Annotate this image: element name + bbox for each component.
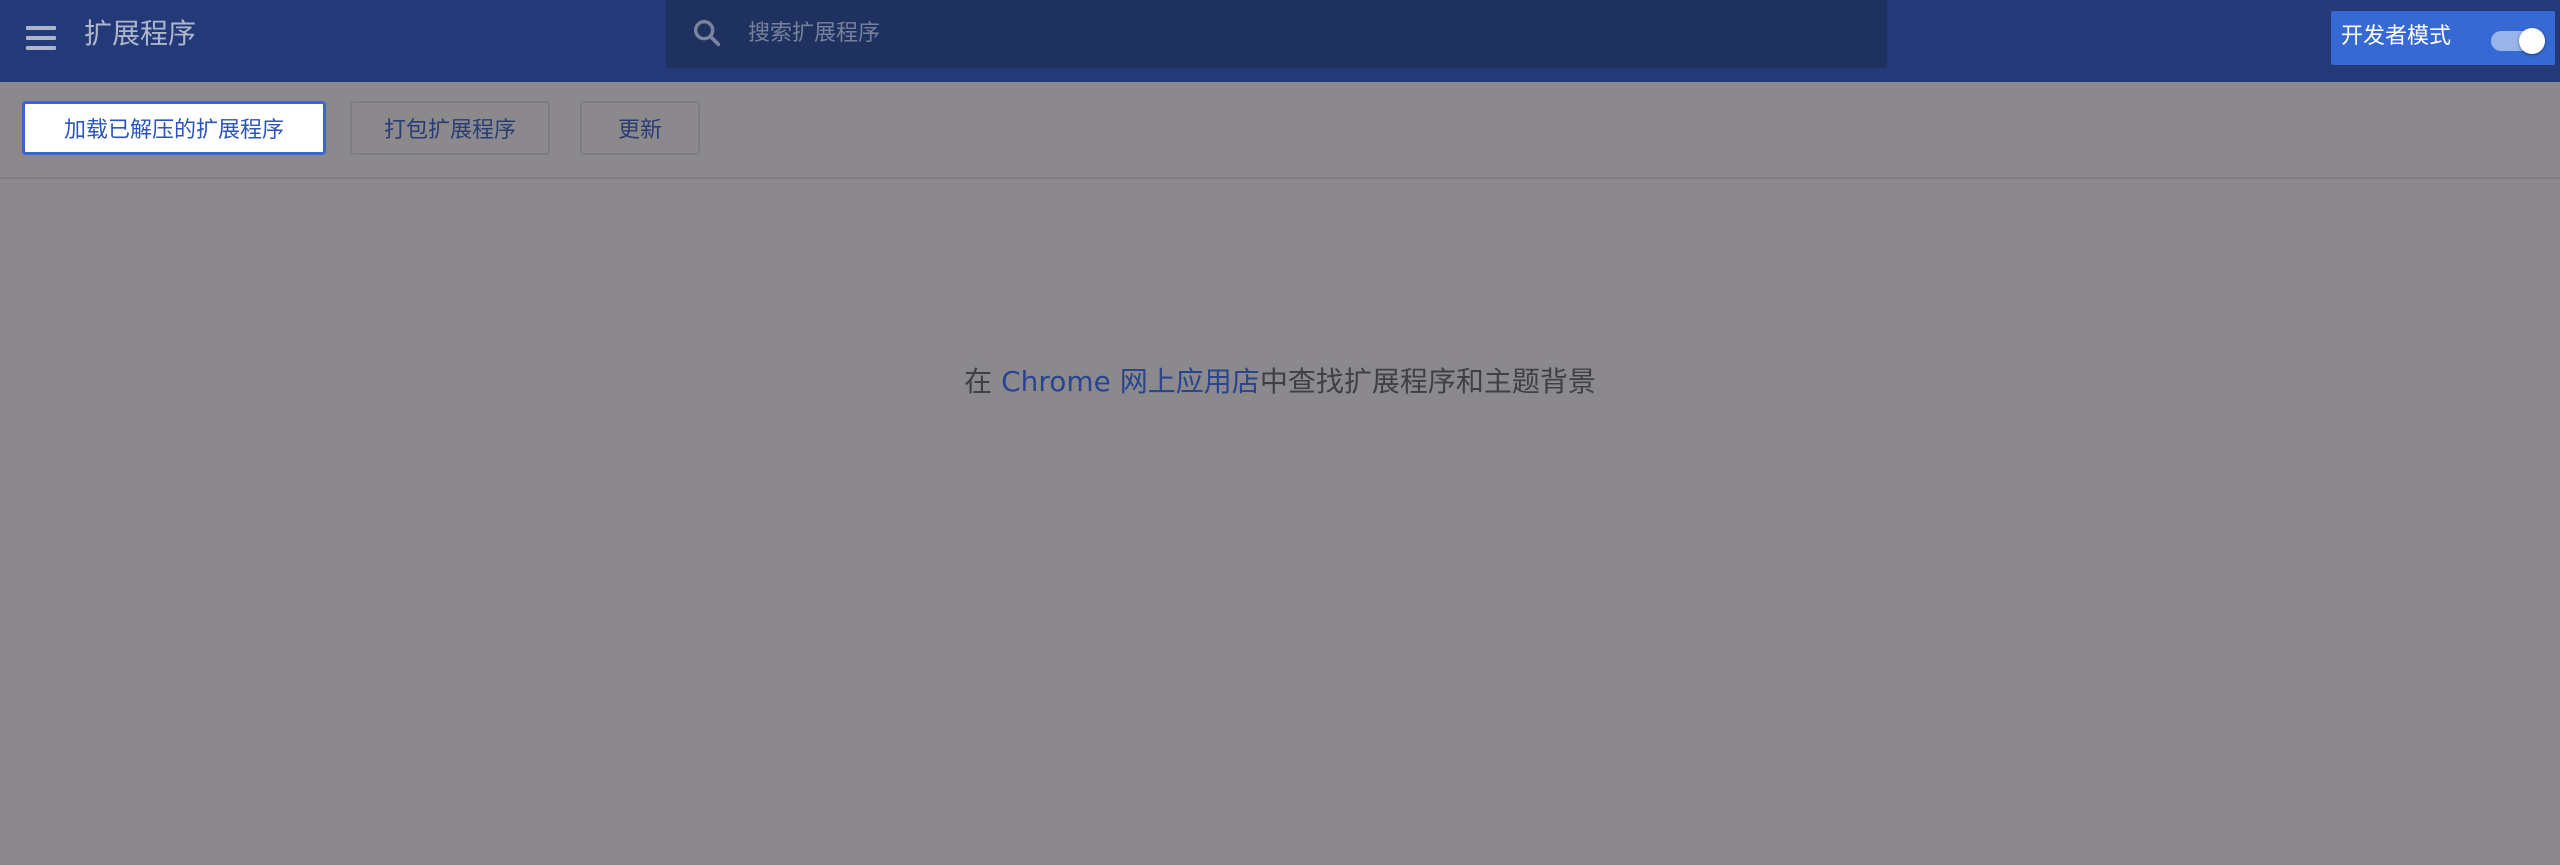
search-input[interactable] — [746, 14, 1850, 52]
menu-line — [26, 26, 56, 30]
search-icon — [693, 19, 721, 47]
search-box[interactable] — [666, 0, 1887, 68]
update-button[interactable]: 更新 — [580, 101, 700, 155]
extensions-toolbar: 加载已解压的扩展程序 打包扩展程序 更新 — [0, 82, 2560, 179]
empty-state-prefix: 在 — [964, 365, 1002, 398]
empty-state-message: 在 Chrome 网上应用店中查找扩展程序和主题背景 — [0, 362, 2560, 402]
empty-state-suffix: 中查找扩展程序和主题背景 — [1259, 365, 1596, 398]
top-header: 扩展程序 开发者模式 — [0, 0, 2560, 82]
pack-extension-button[interactable]: 打包扩展程序 — [350, 101, 550, 155]
page-title: 扩展程序 — [84, 17, 197, 50]
toggle-knob — [2519, 28, 2545, 54]
hamburger-menu-icon[interactable] — [26, 18, 66, 58]
menu-line — [26, 36, 56, 40]
developer-mode-control: 开发者模式 — [2331, 11, 2555, 65]
developer-mode-label: 开发者模式 — [2341, 24, 2452, 49]
developer-mode-toggle[interactable] — [2491, 28, 2545, 54]
menu-line — [26, 46, 56, 50]
chrome-web-store-link[interactable]: Chrome 网上应用店 — [1001, 365, 1260, 398]
load-unpacked-button[interactable]: 加载已解压的扩展程序 — [22, 101, 326, 155]
